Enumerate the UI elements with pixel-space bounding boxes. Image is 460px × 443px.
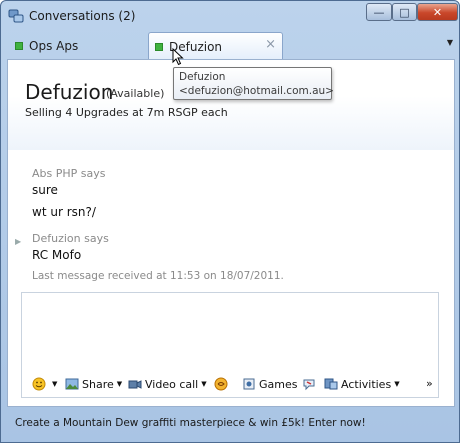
message-input[interactable]: ▼ Share ▼ Video call ▼ Games Activities … <box>21 292 439 398</box>
activities-button[interactable]: Activities ▼ <box>324 377 400 391</box>
maximize-button[interactable]: □ <box>392 3 417 21</box>
smiley-icon <box>32 377 46 391</box>
contact-status: (Available) <box>106 87 165 100</box>
more-button[interactable]: » <box>426 377 433 390</box>
sender-line: Defuzion says <box>32 232 109 245</box>
tab-ops-aps[interactable]: Ops Aps <box>7 33 142 59</box>
picture-icon <box>65 378 79 390</box>
window-title: Conversations (2) <box>29 9 136 23</box>
last-message-timestamp: Last message received at 11:53 on 18/07/… <box>32 270 284 282</box>
compose-toolbar: ▼ Share ▼ Video call ▼ Games Activities … <box>30 375 434 395</box>
conversation-window: Conversations (2) — □ ✕ Ops Aps Defuzion… <box>0 0 460 443</box>
messenger-icon <box>8 9 24 23</box>
games-button[interactable]: Games <box>242 377 297 391</box>
tab-close-icon[interactable]: × <box>265 37 276 52</box>
message-line: RC Mofo <box>32 248 82 262</box>
title-bar[interactable]: Conversations (2) — □ ✕ <box>1 1 459 31</box>
share-label: Share <box>82 377 114 391</box>
tooltip-name: Defuzion <box>179 71 226 83</box>
personal-message: Selling 4 Upgrades at 7m RSGP each <box>25 106 228 119</box>
conversation-pane: Defuzion (Available) Selling 4 Upgrades … <box>7 59 455 407</box>
activities-label: Activities <box>341 377 392 391</box>
games-label: Games <box>259 377 298 391</box>
mouse-cursor-icon <box>172 48 184 66</box>
tooltip-email: <defuzion@hotmail.com.au> <box>179 85 334 97</box>
contact-tooltip: Defuzion <defuzion@hotmail.com.au> <box>173 67 334 100</box>
video-call-label: Video call <box>145 377 199 391</box>
nudge-button[interactable] <box>214 377 231 391</box>
online-status-icon <box>155 42 163 51</box>
tab-label: Ops Aps <box>29 39 79 53</box>
video-camera-icon <box>128 380 142 389</box>
ad-text[interactable]: Create a Mountain Dew graffiti masterpie… <box>15 417 366 429</box>
games-icon <box>243 378 255 390</box>
video-call-button[interactable]: Video call ▼ <box>128 377 207 391</box>
expand-arrow-icon[interactable]: ▶ <box>15 237 21 246</box>
tab-defuzion[interactable]: Defuzion × <box>148 32 283 60</box>
ad-banner[interactable]: Create a Mountain Dew graffiti masterpie… <box>7 407 455 438</box>
emoticon-button[interactable]: ▼ <box>32 377 57 391</box>
tab-menu-icon[interactable]: ▼ <box>447 38 453 47</box>
minimize-button[interactable]: — <box>366 3 392 21</box>
close-button[interactable]: ✕ <box>417 3 458 21</box>
wink-button[interactable] <box>302 377 319 391</box>
message-line: wt ur rsn?/ <box>32 205 96 219</box>
contact-name[interactable]: Defuzion <box>25 80 113 104</box>
nudge-icon <box>214 377 228 391</box>
activities-icon <box>324 378 338 390</box>
sender-line: Abs PHP says <box>32 167 106 180</box>
wink-icon <box>303 379 315 391</box>
message-line: sure <box>32 183 58 197</box>
online-status-icon <box>15 42 23 50</box>
tab-bar: Ops Aps Defuzion × ▼ <box>7 31 455 60</box>
share-button[interactable]: Share ▼ <box>65 377 122 391</box>
